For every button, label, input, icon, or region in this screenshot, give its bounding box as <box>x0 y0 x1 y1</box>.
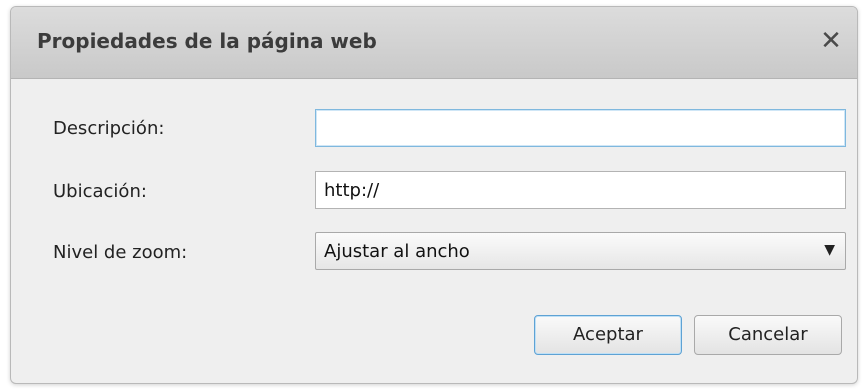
location-label: Ubicación: <box>53 181 147 202</box>
accept-button[interactable]: Aceptar <box>534 315 682 355</box>
zoom-label: Nivel de zoom: <box>53 242 188 263</box>
description-field[interactable] <box>315 109 846 147</box>
web-page-properties-dialog: Propiedades de la página web ✕ Descripci… <box>10 6 858 384</box>
cancel-button[interactable]: Cancelar <box>694 315 842 355</box>
dialog-titlebar: Propiedades de la página web ✕ <box>11 7 857 79</box>
dropdown-arrow-icon: ▼ <box>824 242 835 258</box>
location-field[interactable] <box>315 171 846 209</box>
close-icon[interactable]: ✕ <box>817 27 845 55</box>
description-label: Descripción: <box>53 118 165 139</box>
zoom-level-value: Ajustar al ancho <box>324 241 470 262</box>
dialog-title: Propiedades de la página web <box>37 29 377 53</box>
zoom-level-select[interactable]: Ajustar al ancho ▼ <box>315 232 846 270</box>
